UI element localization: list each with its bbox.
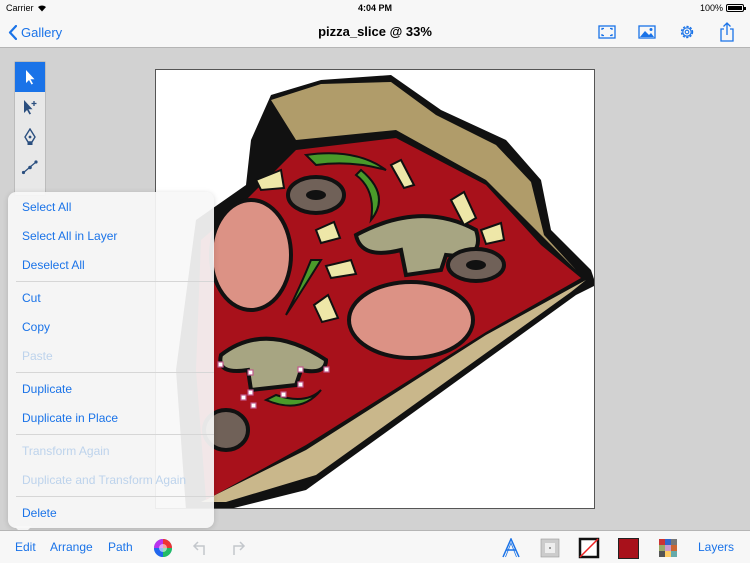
share-icon[interactable] [716,22,738,42]
select-all-in-layer-item[interactable]: Select All in Layer [22,226,117,246]
status-bar: Carrier 4:04 PM 100% [0,0,750,16]
color-wheel-icon[interactable] [152,537,174,559]
gallery-back-button[interactable]: Gallery [8,22,62,42]
menu-divider [16,372,214,373]
fill-color-swatch[interactable] [617,537,639,559]
direct-select-tool-button[interactable] [15,92,45,122]
duplicate-item[interactable]: Duplicate [22,379,72,399]
cut-item[interactable]: Cut [22,288,41,308]
pizza-slice-artwork[interactable] [156,70,595,509]
select-arrow-icon [26,70,35,85]
pen-tool-button[interactable] [15,122,45,152]
status-time: 4:04 PM [357,3,392,13]
path-menu-button[interactable]: Path [108,540,133,554]
menu-divider [16,434,214,435]
battery-info: 100% [699,3,746,13]
navigation-bar: Gallery pizza_slice @ 33% [0,16,750,48]
copy-item[interactable]: Copy [22,317,50,337]
deselect-all-item[interactable]: Deselect All [22,255,85,275]
tool-palette [14,61,46,196]
edit-menu-button[interactable]: Edit [15,540,36,554]
shadow-effect-icon[interactable] [539,537,561,559]
select-all-item[interactable]: Select All [22,197,71,217]
duplicate-in-place-item[interactable]: Duplicate in Place [22,408,118,428]
bottom-toolbar: Edit Arrange Path Layers [0,530,750,563]
paste-item: Paste [22,349,53,363]
fullscreen-icon[interactable] [596,22,618,42]
transform-again-item: Transform Again [22,444,110,458]
stroke-color-icon[interactable] [578,537,600,559]
fill-color-swatch-box [617,537,639,559]
edit-menu-popover: Select All Select All in Layer Deselect … [8,192,214,528]
menu-divider [16,281,214,282]
select-tool-button[interactable] [15,62,45,92]
delete-item[interactable]: Delete [22,503,57,523]
gallery-back-label: Gallery [21,24,63,40]
image-icon[interactable] [636,22,658,42]
undo-icon [190,537,212,559]
text-tool-icon[interactable] [500,537,522,559]
layers-button[interactable]: Layers [698,540,734,554]
battery-icon [726,4,746,12]
swatches-grid-icon[interactable] [657,537,679,559]
node-edit-icon [21,160,38,175]
battery-percent: 100% [699,3,723,13]
drawing-canvas[interactable] [155,69,595,509]
duplicate-and-transform-again-item: Duplicate and Transform Again [22,473,187,487]
settings-gear-icon[interactable] [676,22,698,42]
menu-divider [16,496,214,497]
pen-icon [24,128,36,145]
direct-select-icon [24,100,37,115]
node-tool-button[interactable] [15,152,45,182]
arrange-menu-button[interactable]: Arrange [50,540,93,554]
chevron-left-icon [8,24,17,40]
redo-icon [226,537,248,559]
